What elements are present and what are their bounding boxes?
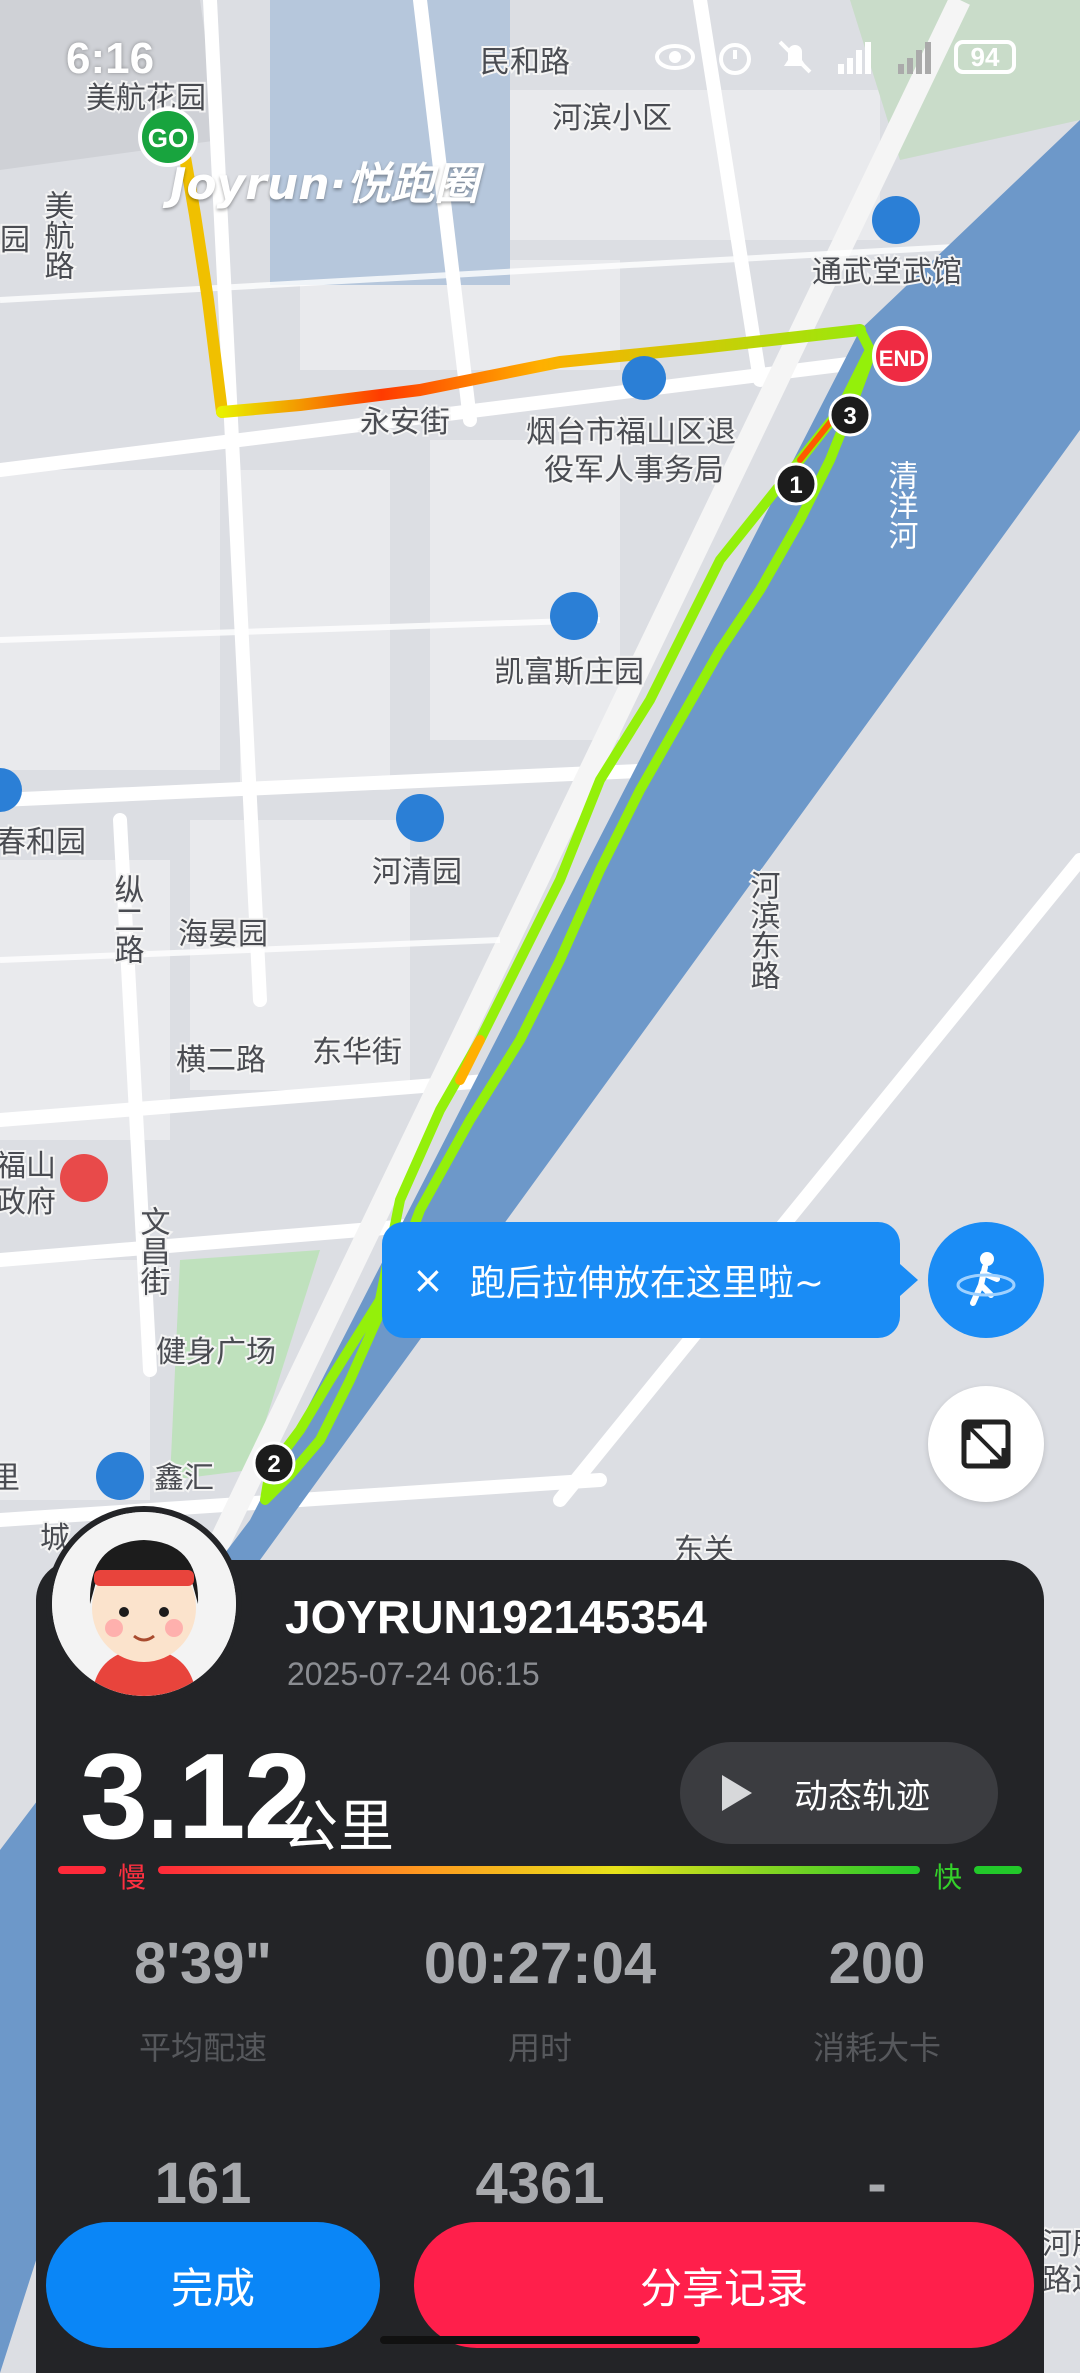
km-marker-label: 3 <box>843 403 856 430</box>
replay-track-button[interactable]: 动态轨迹 <box>680 1742 998 1844</box>
alarm-icon <box>719 43 751 75</box>
eye-icon <box>655 44 695 70</box>
stat-label: 用时 <box>507 2029 572 2067</box>
signal-2-icon <box>898 42 931 74</box>
map-label: 福山 <box>0 1149 56 1184</box>
play-icon <box>722 1775 752 1811</box>
map-label: 鑫汇 <box>154 1461 214 1496</box>
map-label: 河清园 <box>372 855 462 890</box>
map-label: 春和园 <box>0 825 86 860</box>
avatar[interactable] <box>46 1506 242 1702</box>
pace-slow-label: 慢 <box>118 1861 147 1894</box>
stat-label: 消耗大卡 <box>812 2029 941 2067</box>
stat-calories: 200 消耗大卡 <box>717 1930 1037 2069</box>
distance-value: 3.12 <box>80 1728 311 1864</box>
map-label: 清洋河 <box>883 460 919 550</box>
map-label: 文昌街 <box>135 1206 171 1296</box>
map-label: 役军人事务局 <box>544 453 724 488</box>
stat-value: 4361 <box>475 2151 605 2216</box>
stat-value: 00:27:04 <box>423 1931 657 1996</box>
replay-label: 动态轨迹 <box>794 1776 930 1817</box>
km-marker: 1 <box>774 462 818 506</box>
stat-other: - <box>717 2150 1037 2217</box>
done-button[interactable]: 完成 <box>46 2222 380 2348</box>
avatar-illustration <box>52 1512 236 1696</box>
stretch-button[interactable] <box>928 1222 1044 1338</box>
map-label: 路边 <box>1042 2263 1080 2298</box>
run-datetime: 2025-07-24 06:15 <box>287 1656 540 1692</box>
map-label: 烟台市福山区退 <box>526 415 736 450</box>
stat-value: 8'39" <box>133 1931 273 1996</box>
stat-label: 平均配速 <box>138 2029 267 2067</box>
stat-duration: 00:27:04 用时 <box>380 1930 700 2069</box>
map-label: 横二路 <box>176 1043 266 1078</box>
stat-heart-rate: 161 <box>43 2150 363 2217</box>
stat-value: 161 <box>154 2151 252 2216</box>
status-bar: 6:16 94 <box>0 0 1080 110</box>
map-label: 通武堂武馆 <box>812 255 962 290</box>
status-time: 6:16 <box>66 34 155 83</box>
map-label: 里 <box>0 1461 20 1496</box>
expand-map-button[interactable] <box>928 1386 1044 1502</box>
map-label: 纵二路 <box>109 874 144 964</box>
stat-value: 200 <box>828 1931 926 1996</box>
signal-icon <box>838 42 871 74</box>
stat-steps: 4361 <box>380 2150 700 2217</box>
map-label: 健身广场 <box>156 1335 276 1370</box>
tooltip-text: 跑后拉伸放在这里啦~ <box>469 1263 825 1304</box>
map-label: 美航路 <box>39 190 74 280</box>
expand-map-icon <box>961 1419 1011 1469</box>
map-label: 河滨东路 <box>745 870 781 990</box>
pace-fast-label: 快 <box>934 1861 963 1894</box>
close-icon[interactable]: × <box>412 1258 444 1302</box>
map-label: 永安街 <box>360 405 450 440</box>
stat-avg-pace: 8'39" 平均配速 <box>43 1930 363 2069</box>
battery-level: 94 <box>970 41 1000 72</box>
joyrun-watermark: Joyrun·悦跑圈 <box>170 159 479 210</box>
km-marker: 3 <box>828 393 872 437</box>
map-label: 海晏园 <box>178 917 268 952</box>
mute-icon <box>778 40 812 74</box>
share-record-button[interactable]: 分享记录 <box>414 2222 1034 2348</box>
km-marker: 2 <box>252 1441 296 1485</box>
pace-legend-bar <box>58 1866 1022 1874</box>
stat-value: - <box>867 2151 887 2216</box>
map-label: 花园 <box>0 223 30 258</box>
stretch-tooltip[interactable]: × 跑后拉伸放在这里啦~ <box>382 1222 918 1338</box>
km-marker-label: 1 <box>789 472 802 499</box>
end-marker-label: END <box>879 346 925 371</box>
map-label: 政府 <box>0 1185 56 1220</box>
end-marker: END <box>872 326 932 386</box>
distance-unit: 公里 <box>282 1795 394 1860</box>
home-indicator[interactable] <box>380 2336 700 2344</box>
battery-icon: 94 <box>954 40 1016 74</box>
km-marker-label: 2 <box>267 1451 280 1478</box>
map-label: 凯富斯庄园 <box>494 655 644 690</box>
stretch-runner-icon <box>956 1252 1016 1306</box>
map-label: 河朋 <box>1042 2227 1080 2262</box>
map-label: 东华街 <box>312 1035 402 1070</box>
username: JOYRUN192145354 <box>285 1591 707 1643</box>
